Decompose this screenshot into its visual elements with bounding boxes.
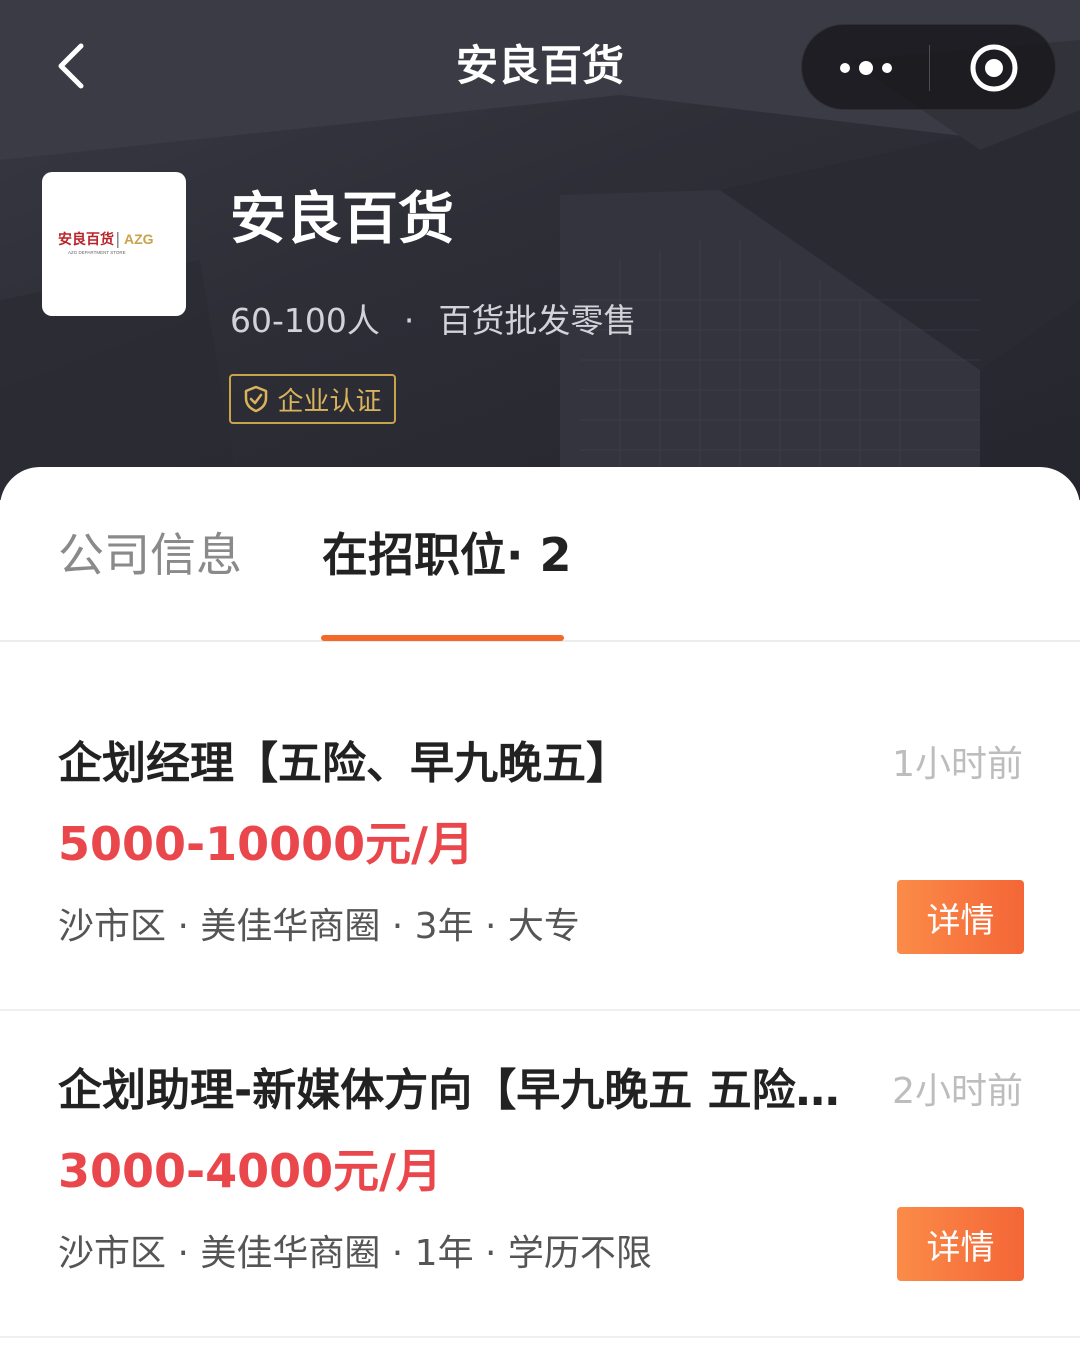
job-salary: 3000-4000元/月 (58, 1144, 442, 1198)
more-button[interactable] (802, 25, 929, 111)
job-title: 企划助理-新媒体方向【早九晚五 五险… (58, 1065, 840, 1116)
company-industry: 百货批发零售 (438, 301, 637, 340)
company-name: 安良百货 (230, 187, 454, 252)
verified-badge: 企业认证 (229, 374, 396, 424)
job-posted-time: 2小时前 (892, 1071, 1023, 1112)
page-title: 安良百货 (455, 41, 624, 90)
tab-company-info[interactable]: 公司信息 (58, 525, 242, 585)
meta-separator: · (403, 301, 415, 340)
chevron-left-icon (58, 43, 84, 89)
job-posted-time: 1小时前 (892, 744, 1023, 785)
company-page: 安良百货 安良百货 AZG AZG DEPARTMENT STORE 安良百货 … (0, 0, 1080, 1359)
svg-text:AZG DEPARTMENT STORE: AZG DEPARTMENT STORE (68, 250, 126, 255)
svg-text:AZG: AZG (124, 231, 154, 247)
job-meta: 沙市区 · 美佳华商圈 · 3年 · 大专 (58, 906, 580, 947)
close-button[interactable] (930, 25, 1057, 111)
company-size: 60-100人 (230, 301, 380, 340)
active-tab-indicator (321, 635, 564, 641)
company-meta: 60-100人 · 百货批发零售 (230, 296, 636, 346)
job-title: 企划经理【五险、早九晚五】 (58, 738, 630, 789)
target-circle-icon (970, 44, 1017, 92)
mini-program-capsule (801, 24, 1056, 110)
company-logo: 安良百货 AZG AZG DEPARTMENT STORE (42, 172, 186, 316)
job-salary: 5000-10000元/月 (58, 817, 474, 871)
shield-check-icon (245, 385, 268, 413)
job-card[interactable]: 企划助理-新媒体方向【早九晚五 五险… 2小时前 3000-4000元/月 沙市… (0, 1011, 1080, 1338)
company-header: 安良百货 安良百货 AZG AZG DEPARTMENT STORE 安良百货 … (0, 0, 1080, 500)
more-dots-icon (839, 61, 892, 75)
svg-text:安良百货: 安良百货 (58, 231, 114, 247)
tab-open-positions[interactable]: 在招职位· 2 (322, 525, 572, 585)
verified-label: 企业认证 (277, 386, 382, 417)
back-button[interactable] (40, 36, 100, 96)
detail-button[interactable]: 详情 (897, 880, 1024, 954)
logo-image: 安良百货 AZG AZG DEPARTMENT STORE (58, 231, 154, 255)
job-meta: 沙市区 · 美佳华商圈 · 1年 · 学历不限 (58, 1233, 652, 1274)
job-card[interactable]: 企划经理【五险、早九晚五】 1小时前 5000-10000元/月 沙市区 · 美… (0, 684, 1080, 1011)
tab-bar: 公司信息 在招职位· 2 (0, 467, 1080, 642)
detail-button[interactable]: 详情 (897, 1207, 1024, 1281)
